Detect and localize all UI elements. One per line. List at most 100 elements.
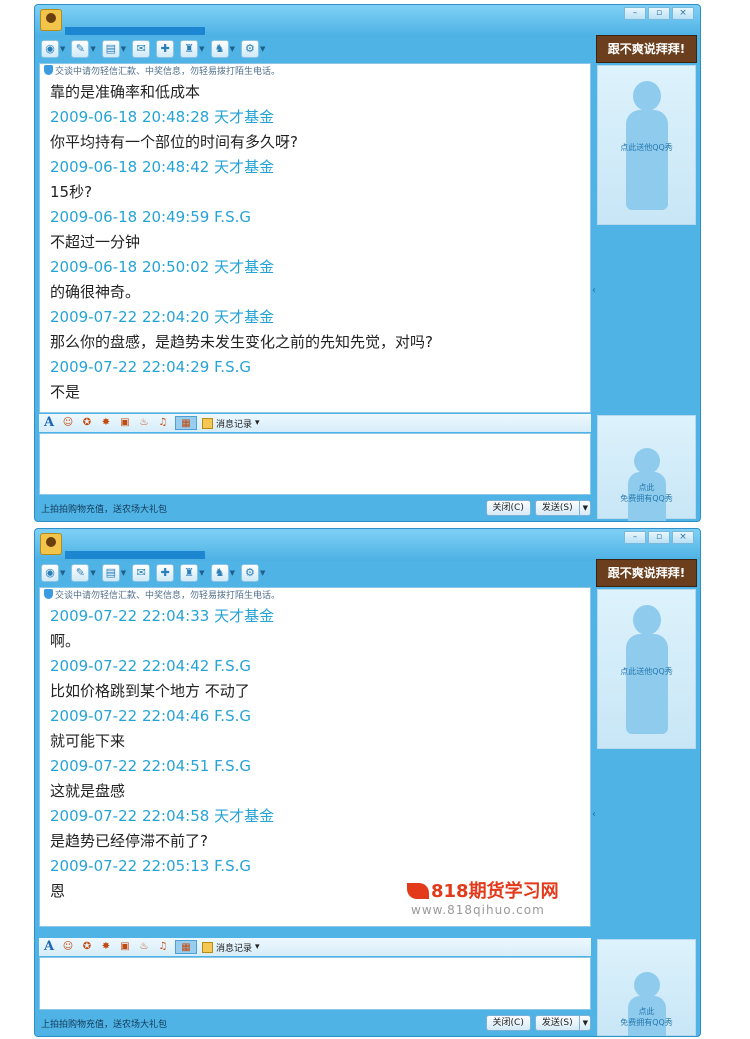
qq-show-link[interactable]: 点此送他QQ秀 bbox=[598, 666, 695, 677]
message-input[interactable] bbox=[39, 433, 591, 495]
chevron-down-icon[interactable]: ▼ bbox=[260, 569, 265, 577]
voice-call-button[interactable]: ✎ ▼ bbox=[71, 564, 96, 582]
message-history-pane[interactable]: 交谈中请勿轻信汇款、中奖信息，勿轻易拨打陌生电话。 靠的是准确率和低成本 200… bbox=[39, 63, 591, 413]
qq-show-link[interactable]: 点此送他QQ秀 bbox=[598, 142, 695, 153]
collapse-sidebar-icon[interactable]: ‹ bbox=[592, 285, 596, 296]
send-button[interactable]: 发送(S) ▼ bbox=[534, 500, 591, 516]
nudge-icon[interactable]: ✸ bbox=[99, 940, 113, 954]
app-button[interactable]: ✚ bbox=[156, 40, 175, 58]
show2-line1: 点此 bbox=[638, 1007, 655, 1016]
close-button[interactable]: 关闭(C) bbox=[485, 500, 531, 516]
remote-button[interactable]: ♞ ▼ bbox=[210, 40, 235, 58]
chevron-down-icon[interactable]: ▼ bbox=[578, 1016, 588, 1030]
chevron-down-icon[interactable]: ▼ bbox=[60, 569, 65, 577]
chevron-down-icon[interactable]: ▼ bbox=[90, 45, 95, 53]
file-transfer-button[interactable]: ▤ ▼ bbox=[101, 564, 126, 582]
chevron-down-icon[interactable]: ▼ bbox=[121, 569, 126, 577]
history-button[interactable]: 消息记录 ▾ bbox=[202, 941, 260, 954]
video-call-button[interactable]: ◉ ▼ bbox=[41, 40, 65, 58]
minimize-button[interactable]: – bbox=[624, 531, 646, 544]
free-qq-show-link[interactable]: 点此 免费拥有QQ秀 bbox=[598, 1006, 695, 1028]
emoji-icon[interactable]: ☺ bbox=[61, 940, 75, 954]
chevron-down-icon[interactable]: ▼ bbox=[121, 45, 126, 53]
file-transfer-button[interactable]: ▤ ▼ bbox=[101, 40, 126, 58]
qq-avatar-icon[interactable] bbox=[40, 9, 62, 31]
screenshot-icon[interactable]: ▣ bbox=[118, 940, 132, 954]
screenshot-icon[interactable]: ▣ bbox=[118, 416, 132, 430]
qq-show-panel[interactable]: 点此送他QQ秀 bbox=[597, 65, 696, 225]
music-icon[interactable]: ♫ bbox=[156, 416, 170, 430]
watermark-url: www.818qihuo.com bbox=[411, 903, 545, 917]
group-button[interactable]: ♜ ▼ bbox=[180, 40, 205, 58]
emoji-icon[interactable]: ☺ bbox=[61, 416, 75, 430]
contact-name-bar bbox=[65, 27, 205, 35]
format-toolbar: A ☺ ✪ ✸ ▣ ♨ ♫ ▦ 消息记录 ▾ bbox=[39, 938, 591, 956]
chevron-down-icon[interactable]: ▼ bbox=[578, 501, 588, 515]
close-window-button[interactable]: × bbox=[672, 7, 694, 20]
title-bar[interactable]: – ▫ × bbox=[35, 5, 700, 37]
my-qq-show-panel[interactable]: 点此 免费拥有QQ秀 bbox=[597, 939, 696, 1036]
image-icon[interactable]: ♨ bbox=[137, 416, 151, 430]
capture-icon[interactable]: ▦ bbox=[175, 940, 197, 954]
message-text: 是趋势已经停滞不前了? bbox=[50, 832, 208, 850]
ad-banner[interactable]: 跟不爽说拜拜! bbox=[596, 35, 697, 63]
message-meta: 2009-06-18 20:48:42 天才基金 bbox=[50, 158, 275, 176]
chevron-down-icon[interactable]: ▼ bbox=[230, 569, 235, 577]
message-item: 2009-07-22 22:04:51 F.S.G 这就是盘感 bbox=[50, 754, 590, 804]
chevron-down-icon[interactable]: ▼ bbox=[90, 569, 95, 577]
message-input[interactable] bbox=[39, 957, 591, 1010]
magic-emoji-icon[interactable]: ✪ bbox=[80, 416, 94, 430]
chevron-down-icon[interactable]: ▼ bbox=[199, 45, 204, 53]
sms-button[interactable]: ✉ bbox=[132, 40, 151, 58]
promo-link[interactable]: 上拍拍购物充值，送农场大礼包 bbox=[39, 502, 482, 515]
app-icon: ✚ bbox=[156, 564, 175, 582]
maximize-button[interactable]: ▫ bbox=[648, 531, 670, 544]
app-button[interactable]: ✚ bbox=[156, 564, 175, 582]
message-text: 就可能下来 bbox=[50, 732, 126, 750]
message-item: 2009-07-22 22:04:58 天才基金 是趋势已经停滞不前了? bbox=[50, 804, 590, 854]
collapse-sidebar-icon[interactable]: ‹ bbox=[592, 809, 596, 820]
security-notice: 交谈中请勿轻信汇款、中奖信息，勿轻易拨打陌生电话。 bbox=[40, 588, 590, 604]
magic-emoji-icon[interactable]: ✪ bbox=[80, 940, 94, 954]
my-qq-show-panel[interactable]: 点此 免费拥有QQ秀 bbox=[597, 415, 696, 521]
qq-show-panel[interactable]: 点此送他QQ秀 bbox=[597, 589, 696, 749]
video-call-button[interactable]: ◉ ▼ bbox=[41, 564, 65, 582]
group-button[interactable]: ♜ ▼ bbox=[180, 564, 205, 582]
title-bar[interactable]: – ▫ × bbox=[35, 529, 700, 561]
close-window-button[interactable]: × bbox=[672, 531, 694, 544]
nudge-icon[interactable]: ✸ bbox=[99, 416, 113, 430]
chevron-down-icon[interactable]: ▼ bbox=[199, 569, 204, 577]
message-item: 2009-06-18 20:49:59 F.S.G 不超过一分钟 bbox=[50, 205, 590, 255]
minimize-button[interactable]: – bbox=[624, 7, 646, 20]
message-meta: 2009-07-22 22:05:13 F.S.G bbox=[50, 857, 251, 875]
promo-link[interactable]: 上拍拍购物充值，送农场大礼包 bbox=[39, 1017, 482, 1030]
free-qq-show-link[interactable]: 点此 免费拥有QQ秀 bbox=[598, 482, 695, 504]
image-icon[interactable]: ♨ bbox=[137, 940, 151, 954]
avatar-head-icon bbox=[634, 972, 660, 998]
ad-banner[interactable]: 跟不爽说拜拜! bbox=[596, 559, 697, 587]
voice-call-button[interactable]: ✎ ▼ bbox=[71, 40, 96, 58]
history-label: 消息记录 bbox=[216, 943, 253, 954]
message-text: 你平均持有一个部位的时间有多久呀? bbox=[50, 133, 298, 151]
font-icon[interactable]: A bbox=[42, 940, 56, 954]
remote-button[interactable]: ♞ ▼ bbox=[210, 564, 235, 582]
message-history-pane[interactable]: 交谈中请勿轻信汇款、中奖信息，勿轻易拨打陌生电话。 2009-07-22 22:… bbox=[39, 587, 591, 927]
send-button[interactable]: 发送(S) ▼ bbox=[534, 1015, 591, 1031]
chevron-down-icon[interactable]: ▼ bbox=[260, 45, 265, 53]
sms-button[interactable]: ✉ bbox=[132, 564, 151, 582]
shield-icon bbox=[44, 65, 53, 75]
history-button[interactable]: 消息记录 ▾ bbox=[202, 417, 260, 430]
maximize-button[interactable]: ▫ bbox=[648, 7, 670, 20]
avatar-head-icon bbox=[633, 81, 661, 111]
settings-button[interactable]: ⚙ ▼ bbox=[240, 564, 265, 582]
message-item: 2009-07-22 22:04:46 F.S.G 就可能下来 bbox=[50, 704, 590, 754]
close-button[interactable]: 关闭(C) bbox=[485, 1015, 531, 1031]
capture-icon[interactable]: ▦ bbox=[175, 416, 197, 430]
chevron-down-icon[interactable]: ▼ bbox=[230, 45, 235, 53]
qq-avatar-icon[interactable] bbox=[40, 533, 62, 555]
music-icon[interactable]: ♫ bbox=[156, 940, 170, 954]
chevron-down-icon[interactable]: ▼ bbox=[60, 45, 65, 53]
font-icon[interactable]: A bbox=[42, 416, 56, 430]
settings-button[interactable]: ⚙ ▼ bbox=[240, 40, 265, 58]
message-item: 2009-06-18 20:48:28 天才基金 你平均持有一个部位的时间有多久… bbox=[50, 105, 590, 155]
